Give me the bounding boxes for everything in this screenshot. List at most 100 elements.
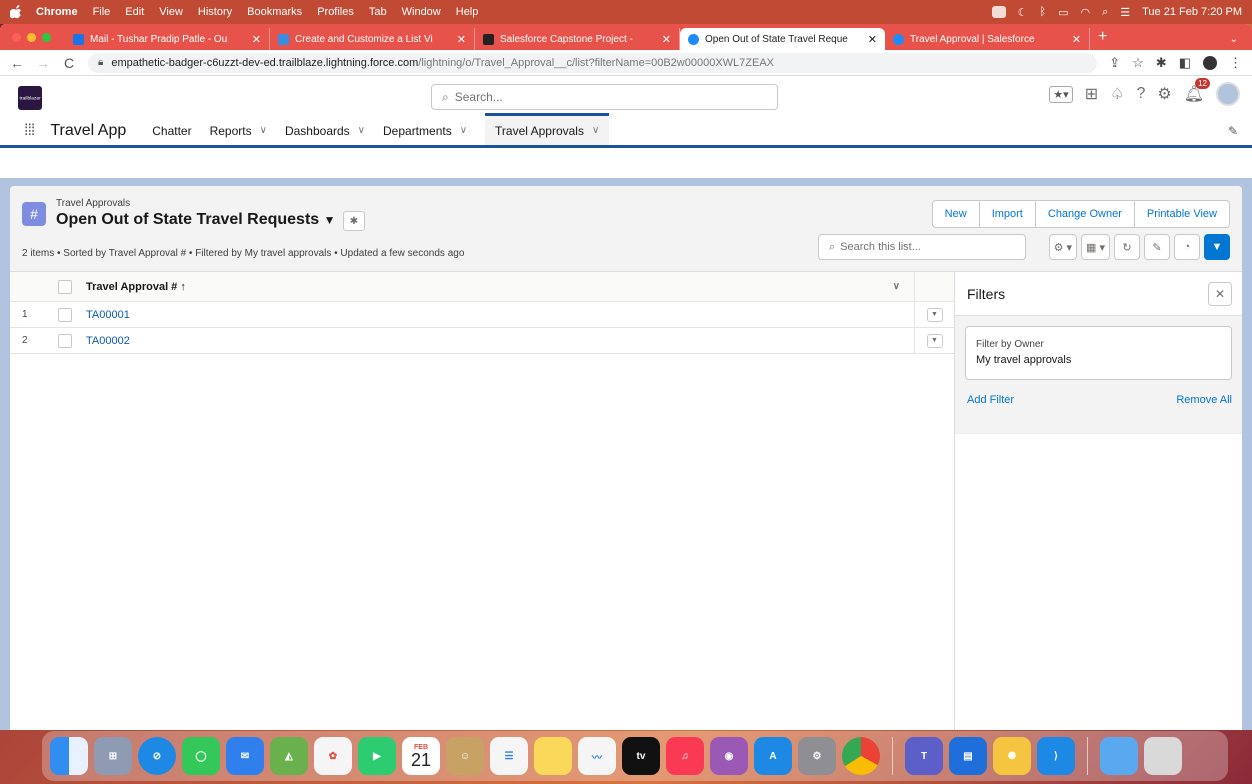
app-status-icon[interactable] xyxy=(991,6,1006,18)
close-tab-icon[interactable]: ✕ xyxy=(252,33,261,46)
finder-icon[interactable] xyxy=(50,737,88,775)
record-link[interactable]: TA00001 xyxy=(86,309,914,321)
menu-tab[interactable]: Tab xyxy=(369,6,387,18)
app-launcher-icon[interactable]: ⁞⁞⁞ xyxy=(24,122,35,140)
row-checkbox[interactable] xyxy=(58,307,72,322)
close-window-button[interactable] xyxy=(12,33,21,42)
list-settings-gear-icon[interactable]: ⚙ ▾ xyxy=(1048,234,1078,260)
back-arrow-icon[interactable]: ← xyxy=(10,55,24,71)
nav-item-dashboards[interactable]: Dashboards ∨ xyxy=(285,115,373,147)
menu-help[interactable]: Help xyxy=(456,6,479,18)
menu-profiles[interactable]: Profiles xyxy=(317,6,354,18)
menu-bookmarks[interactable]: Bookmarks xyxy=(247,6,302,18)
chrome-icon[interactable] xyxy=(842,737,880,775)
profile-avatar-icon[interactable] xyxy=(1203,55,1217,70)
system-settings-icon[interactable]: ⚙ xyxy=(798,737,836,775)
list-search-input[interactable]: ⌕ Search this list... xyxy=(818,234,1026,260)
import-button[interactable]: Import xyxy=(978,200,1036,228)
wifi-icon[interactable]: ◠ xyxy=(1080,6,1090,19)
photos-icon[interactable]: ✿ xyxy=(314,737,352,775)
add-filter-link[interactable]: Add Filter xyxy=(967,394,1014,406)
sort-ascending-arrow-icon[interactable]: ↑ xyxy=(180,281,186,293)
nav-item-reports[interactable]: Reports ∨ xyxy=(210,115,275,147)
browser-tab[interactable]: Create and Customize a List Vi ✕ xyxy=(270,28,475,50)
calendar-icon[interactable]: FEB 21 xyxy=(402,737,440,775)
reminders-icon[interactable]: ☰ xyxy=(490,737,528,775)
browser-tab-active[interactable]: Open Out of State Travel Reque ✕ xyxy=(680,28,885,50)
change-owner-button[interactable]: Change Owner xyxy=(1034,200,1135,228)
podcasts-icon[interactable]: ◉ xyxy=(710,737,748,775)
apple-icon[interactable] xyxy=(10,5,22,19)
close-icon[interactable]: ✕ xyxy=(1208,282,1232,306)
nav-item-departments[interactable]: Departments ∨ xyxy=(383,115,475,147)
menubar-clock[interactable]: Tue 21 Feb 7:20 PM xyxy=(1142,6,1242,18)
maps-icon[interactable]: ◭ xyxy=(270,737,308,775)
browser-tab[interactable]: Travel Approval | Salesforce ✕ xyxy=(885,28,1090,50)
menu-chrome[interactable]: Chrome xyxy=(36,6,78,18)
mail-icon[interactable]: ✉ xyxy=(226,737,264,775)
menu-history[interactable]: History xyxy=(198,6,232,18)
browser-menu-icon[interactable]: ⋮ xyxy=(1229,55,1242,71)
safari-icon[interactable]: ⊘ xyxy=(138,737,176,775)
messages-icon[interactable]: ◯ xyxy=(182,737,220,775)
lock-icon[interactable]: 🔒︎ xyxy=(98,57,103,68)
launchpad-icon[interactable]: ⊞ xyxy=(94,737,132,775)
folder-icon[interactable] xyxy=(1100,737,1138,775)
reload-icon[interactable]: C xyxy=(62,55,76,71)
notes-icon[interactable] xyxy=(534,737,572,775)
tab-search-chevron-icon[interactable]: ⌄ xyxy=(1230,34,1238,45)
user-avatar[interactable] xyxy=(1216,82,1240,106)
moon-icon[interactable]: ☾ xyxy=(1018,6,1028,19)
menu-edit[interactable]: Edit xyxy=(125,6,144,18)
row-actions-dropdown-icon[interactable]: ▼ xyxy=(926,307,943,322)
row-checkbox[interactable] xyxy=(58,333,72,348)
menu-window[interactable]: Window xyxy=(402,6,441,18)
row-actions-dropdown-icon[interactable]: ▼ xyxy=(926,333,943,348)
notifications-bell-icon[interactable]: 🔔︎ 12 xyxy=(1184,78,1210,104)
browser-tab[interactable]: Salesforce Capstone Project - ✕ xyxy=(475,28,680,50)
pin-list-view-icon[interactable]: ✱ xyxy=(343,211,365,231)
close-tab-icon[interactable]: ✕ xyxy=(662,33,671,46)
close-tab-icon[interactable]: ✕ xyxy=(457,33,466,46)
facetime-icon[interactable]: ▶ xyxy=(358,737,396,775)
global-actions-icon[interactable]: ⊞ xyxy=(1085,84,1098,104)
chevron-down-icon[interactable]: ∨ xyxy=(460,125,467,136)
forward-arrow-icon[interactable]: → xyxy=(36,55,50,71)
music-icon[interactable]: ♫ xyxy=(666,737,704,775)
new-tab-icon[interactable]: + xyxy=(1098,28,1107,46)
remove-all-link[interactable]: Remove All xyxy=(1176,394,1232,406)
org-logo[interactable]: trailblazer xyxy=(18,86,42,110)
trailhead-icon[interactable]: ♤ xyxy=(1110,84,1124,104)
share-icon[interactable]: ⇪ xyxy=(1109,55,1120,71)
zoom-window-button[interactable] xyxy=(42,33,51,42)
bookmark-star-icon[interactable]: ☆ xyxy=(1132,55,1144,71)
display-as-table-icon[interactable]: ▦ ▾ xyxy=(1081,234,1110,260)
nav-item-chatter[interactable]: Chatter xyxy=(152,115,199,147)
battery-icon[interactable]: ▭ xyxy=(1058,6,1068,19)
minimize-window-button[interactable] xyxy=(27,33,36,42)
refresh-icon[interactable]: ↻ xyxy=(1114,234,1140,260)
extensions-icon[interactable]: ✱ xyxy=(1156,55,1167,71)
charts-icon[interactable]: ◔ xyxy=(1174,234,1200,260)
apple-tv-icon[interactable]: tv xyxy=(622,737,660,775)
freeform-icon[interactable]: 〰 xyxy=(578,737,616,775)
list-view-title[interactable]: Open Out of State Travel Requests ▼ xyxy=(56,211,336,229)
close-tab-icon[interactable]: ✕ xyxy=(868,33,877,46)
chevron-down-icon[interactable]: ∨ xyxy=(358,125,365,136)
nav-item-travel-approvals[interactable]: Travel Approvals ∨ xyxy=(485,113,610,145)
vscode-icon[interactable]: ⟩ xyxy=(1037,737,1075,775)
setup-gear-icon[interactable]: ⚙ xyxy=(1157,84,1171,104)
chevron-down-icon[interactable]: ∨ xyxy=(592,125,599,136)
contacts-icon[interactable]: ☺ xyxy=(446,737,484,775)
global-search-input[interactable]: ⌕ Search... xyxy=(431,84,778,110)
caret-down-icon[interactable]: ▼ xyxy=(324,213,336,227)
new-button[interactable]: New xyxy=(931,200,980,228)
sidepanel-icon[interactable]: ◧ xyxy=(1179,55,1191,71)
trash-icon[interactable] xyxy=(1144,737,1182,775)
printable-view-button[interactable]: Printable View xyxy=(1133,200,1230,228)
trello-icon[interactable]: ▤ xyxy=(949,737,987,775)
teams-icon[interactable]: T xyxy=(905,737,943,775)
filter-by-owner-card[interactable]: Filter by Owner My travel approvals xyxy=(965,326,1232,380)
app-store-icon[interactable]: A xyxy=(754,737,792,775)
record-link[interactable]: TA00002 xyxy=(86,335,914,347)
